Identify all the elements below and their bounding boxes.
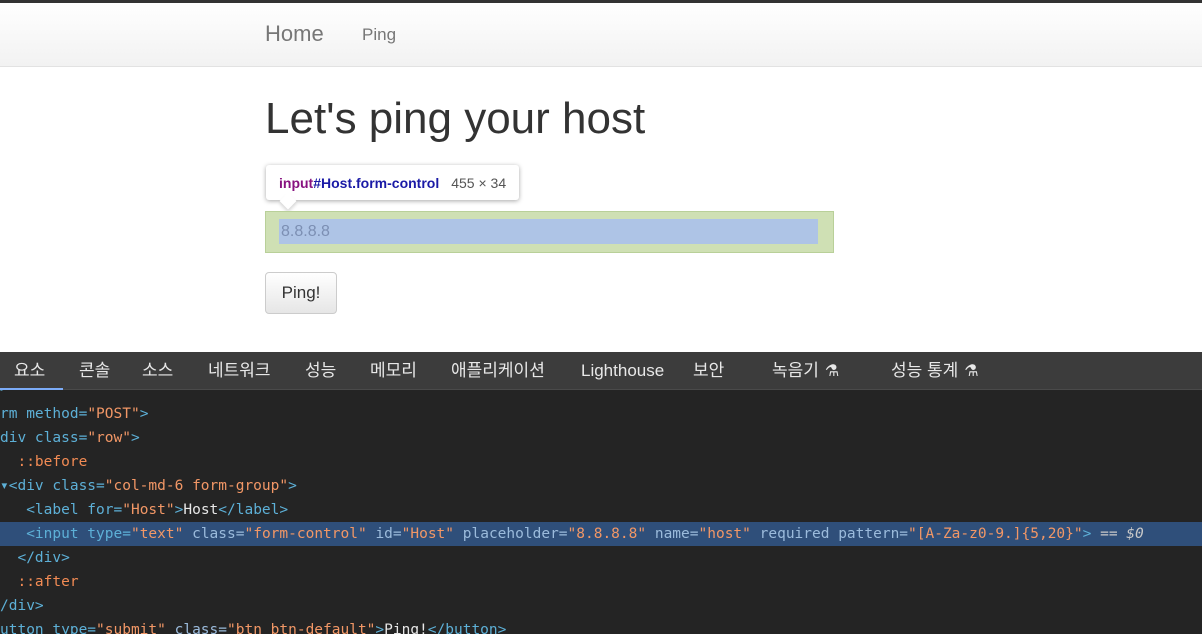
tooltip-tag: input (279, 174, 314, 191)
tab-recorder[interactable]: 녹음기 ⚗ (772, 352, 839, 390)
tooltip-id-class: #Host.form-control (313, 174, 440, 191)
tooltip-selector: input#Host.form-control (279, 175, 439, 191)
tab-performance-insights[interactable]: 성능 통계 ⚗ (891, 352, 979, 390)
tab-elements[interactable]: 요소 (0, 352, 63, 390)
dom-line-form[interactable]: rm method="POST"> (0, 402, 1202, 426)
dom-line-div-col[interactable]: ▾<div class="col-md-6 form-group"> (0, 474, 1202, 498)
dom-line-after[interactable]: ::after (0, 570, 1202, 594)
tab-application[interactable]: 애플리케이션 (451, 352, 545, 390)
devtools-tab-bar: 요소 콘솔 소스 네트워크 성능 메모리 애플리케이션 Lighthouse 보… (0, 352, 1202, 390)
tooltip-size: 455 × 34 (451, 174, 507, 191)
tab-network[interactable]: 네트워크 (208, 352, 271, 390)
tab-lighthouse[interactable]: Lighthouse (581, 352, 664, 390)
ping-button[interactable]: Ping! (265, 272, 337, 314)
host-input[interactable] (281, 220, 811, 244)
tab-console[interactable]: 콘솔 (79, 352, 110, 390)
inspector-tooltip: input#Host.form-control 455 × 34 (266, 165, 520, 200)
dom-line-input-selected[interactable]: <input type="text" class="form-control" … (0, 522, 1202, 546)
dom-line-div-close[interactable]: </div> (0, 546, 1202, 570)
dom-line-div-row[interactable]: div class="row"> (0, 426, 1202, 450)
dom-line-button[interactable]: utton type="submit" class="btn btn-defau… (0, 618, 1202, 634)
flask-icon: ⚗ (964, 363, 979, 380)
tab-performance[interactable]: 성능 (305, 352, 336, 390)
flask-icon: ⚗ (824, 363, 840, 380)
tab-sources[interactable]: 소스 (142, 352, 173, 390)
dom-line-partial: > (0, 390, 1202, 400)
dom-line-div-row-close[interactable]: /div> (0, 594, 1202, 618)
dom-tree: > rm method="POST"> div class="row"> ::b… (0, 390, 1202, 634)
dom-line-before[interactable]: ::before (0, 450, 1202, 474)
tab-security[interactable]: 보안 (693, 352, 724, 390)
nav-link-ping[interactable]: Ping (362, 25, 396, 45)
nav-brand-home[interactable]: Home (265, 21, 324, 47)
tab-memory[interactable]: 메모리 (370, 352, 417, 390)
page-title: Let's ping your host (265, 94, 646, 143)
navbar: Home Ping (0, 3, 1202, 67)
devtools-panel: 요소 콘솔 소스 네트워크 성능 메모리 애플리케이션 Lighthouse 보… (0, 352, 1202, 634)
dom-line-label[interactable]: <label for="Host">Host</label> (0, 498, 1202, 522)
